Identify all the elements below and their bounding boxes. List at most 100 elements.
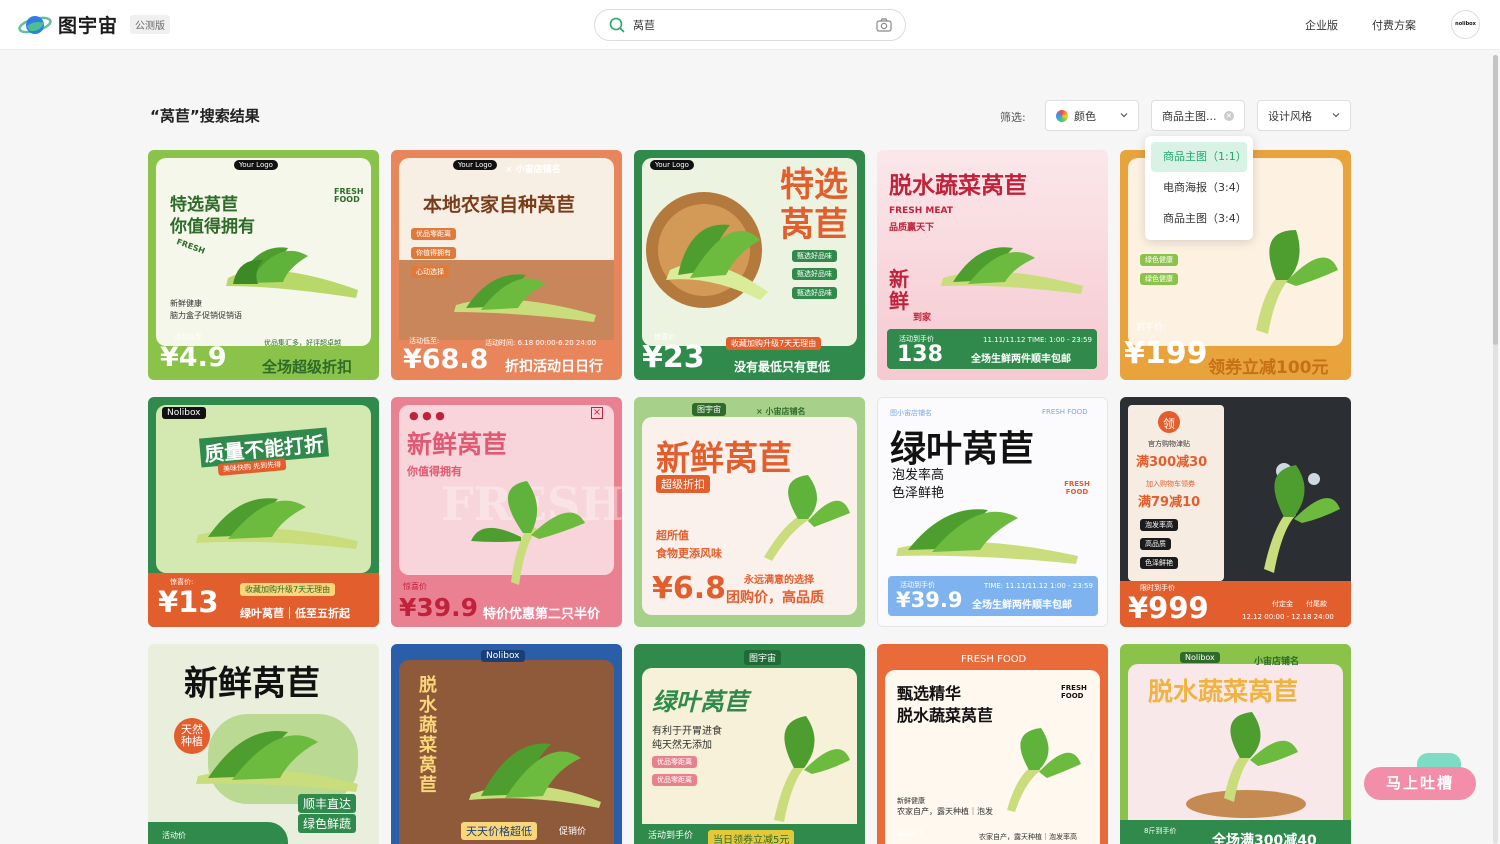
color-filter[interactable]: 颜色 xyxy=(1045,100,1139,131)
card-promo: 折扣活动日日行 xyxy=(505,359,603,375)
color-wheel-icon xyxy=(1056,109,1068,122)
card-sub: 新鲜健康 xyxy=(897,797,925,805)
lettuce-image xyxy=(774,716,850,822)
card-sub: 脑力盒子促销促销语 xyxy=(170,311,242,320)
card-small: 活动价 xyxy=(162,831,186,840)
card-small: 优品集汇多，好评超卓越 xyxy=(264,339,341,347)
card-heading: 满79减10 xyxy=(1138,495,1201,510)
result-card[interactable]: 图小宙店铺名 FRESH FOOD 绿叶莴苣 泡发率高 色泽鲜艳 FRESH F… xyxy=(877,397,1108,627)
result-card[interactable]: Your Logo × 小宙店铺名 本地农家自种莴苣 优品零距离 你值得拥有 心… xyxy=(391,150,622,380)
lettuce-image xyxy=(471,481,585,585)
avatar[interactable]: nolibox xyxy=(1451,10,1480,39)
card-price: ¥68.8 xyxy=(403,344,489,375)
feature-pill: 收藏加购升级7天无理由 xyxy=(240,583,336,596)
feature-pill: 优品零距离 xyxy=(652,774,697,786)
card-heading: 满300减30 xyxy=(1136,455,1208,470)
camera-icon[interactable] xyxy=(876,18,892,32)
result-card[interactable]: 图宇宙 绿叶莴苣 有利于开胃进食 纯天然无添加 优品零距离 优品零距离 活动到手… xyxy=(634,644,865,844)
result-card[interactable]: Your Logo 特选 莴苣 甄选好品味 甄选好品味 甄选好品味 惊喜价: 收… xyxy=(634,150,865,380)
lettuce-image xyxy=(226,247,358,298)
scrollbar[interactable] xyxy=(1493,55,1498,844)
results-title: “莴苣”搜索结果 xyxy=(150,107,260,125)
logo-tag: 图宇宙 xyxy=(744,650,782,665)
card-promo: 绿叶莴苣｜低至五折起 xyxy=(240,607,350,620)
search-icon xyxy=(609,17,625,33)
check-item: 泡发率高 xyxy=(1140,519,1178,531)
dropdown-option[interactable]: 电商海报（3:4） xyxy=(1151,173,1247,203)
card-sub: 新鲜健康 xyxy=(170,299,202,308)
card-heading: 脱水蔬菜莴苣 xyxy=(1148,677,1299,706)
type-filter-label: 商品主图... xyxy=(1162,109,1217,123)
top-bar: 图宇宙 公测版 企业版 付费方案 nolibox xyxy=(0,0,1500,50)
result-card[interactable]: Nolibox 质量不能打折 美味快购 先到先得 惊喜价: 收藏加购升级7天无理… xyxy=(148,397,379,627)
result-card[interactable]: FRESH FOOD 甄选精华 脱水蔬菜莴苣 FRESH FOOD 新鲜健康 农… xyxy=(877,644,1108,844)
style-filter[interactable]: 设计风格 xyxy=(1257,100,1351,131)
result-card[interactable]: 脱水蔬菜莴苣 FRESH MEAT 品质赢天下 新鲜 到家 活动到手价 11.1… xyxy=(877,150,1108,380)
coupon-badge: 领 xyxy=(1158,411,1180,433)
logo[interactable]: 图宇宙 公测版 xyxy=(18,11,171,38)
card-price: ¥999 xyxy=(1128,591,1209,625)
scroll-thumb[interactable] xyxy=(1493,55,1498,345)
card-vertical: 脱水蔬菜莴苣 xyxy=(419,675,437,796)
card-heading: 脱水蔬菜莴苣 xyxy=(889,173,1027,199)
card-heading: 脱水蔬菜莴苣 xyxy=(897,706,994,725)
type-dropdown: 商品主图（1:1） 电商海报（3:4） 商品主图（3:4） xyxy=(1145,136,1253,240)
card-small: 8斤到手价 xyxy=(1144,827,1177,835)
nav-enterprise[interactable]: 企业版 xyxy=(1305,17,1338,33)
card-heading: 你值得拥有 xyxy=(170,217,255,237)
card-sub: 超所值 xyxy=(656,529,689,542)
lettuce-image xyxy=(469,743,601,808)
card-heading: 特选 xyxy=(780,165,848,205)
result-card[interactable]: Nolibox 脱水蔬菜莴苣 天天价格超低 促销价 xyxy=(391,644,622,844)
shop-name: × 小宙店铺名 xyxy=(756,407,806,416)
card-sub: 到家 xyxy=(913,313,932,323)
search-input[interactable] xyxy=(633,18,863,32)
card-small: 加入购物车领券 xyxy=(1146,480,1195,488)
feature-pill: 甄选好品味 xyxy=(792,287,837,299)
card-sub: 农家自产，露天种植｜泡发 xyxy=(897,807,993,816)
feature-pill: 绿色健康 xyxy=(1140,254,1178,266)
result-card[interactable]: Your Logo 特选莴苣 你值得拥有 FRESH FOOD FRESH 新鲜… xyxy=(148,150,379,380)
card-small: 11.11/11.12 TIME: 1:00 - 23:59 xyxy=(983,336,1092,344)
card-sub: 泡发率高 xyxy=(892,468,945,483)
color-filter-label: 颜色 xyxy=(1074,109,1096,123)
card-sub: 食物更添风味 xyxy=(656,547,722,560)
shop-name: 小宙店铺名 xyxy=(1254,657,1300,667)
card-sub: 纯天然无添加 xyxy=(652,740,712,751)
card-price: ¥23 xyxy=(642,340,705,375)
card-price: ¥4.9 xyxy=(160,342,227,373)
logo-tag: Nolibox xyxy=(481,650,525,662)
search-bar[interactable] xyxy=(594,9,906,41)
card-price: ¥39.9 xyxy=(399,593,479,622)
feature-pill: 甄选好品味 xyxy=(792,268,837,280)
fresh-food-tag: FRESH FOOD xyxy=(1061,684,1087,700)
result-card[interactable]: 图宇宙 × 小宙店铺名 新鲜莴苣 超级折扣 超所值 食物更添风味 ¥6.8 永远… xyxy=(634,397,865,627)
fresh-food-tag: FRESH FOOD xyxy=(961,654,1027,665)
feature-pill: 超级折扣 xyxy=(656,475,710,493)
logo-tag: Nolibox xyxy=(162,407,206,419)
result-card[interactable]: 领 官方购物津贴 满300减30 加入购物车领券 满79减10 泡发率高 高品质… xyxy=(1120,397,1351,627)
feature-pill: 心动选择 xyxy=(411,266,449,278)
result-card[interactable]: ● ● ● × FRESH 新鲜莴苣 你值得拥有 惊喜价 ¥39.9 特价优惠第… xyxy=(391,397,622,627)
result-card[interactable]: Nolibox 小宙店铺名 脱水蔬菜莴苣 8斤到手价 全场满300减40 xyxy=(1120,644,1351,844)
dropdown-option[interactable]: 商品主图（3:4） xyxy=(1151,204,1247,234)
chevron-down-icon xyxy=(1332,113,1340,118)
type-filter[interactable]: 商品主图... × xyxy=(1151,100,1245,131)
shop-name: 图小宙店铺名 xyxy=(890,409,932,417)
check-item: 高品质 xyxy=(1140,538,1171,550)
card-promo: 全场超级折扣 xyxy=(262,358,353,376)
result-card[interactable]: 新鲜莴苣 天然种植 顺丰直达 绿色鲜蔬 活动价 xyxy=(148,644,379,844)
planet-logo-icon xyxy=(18,15,52,34)
nav-pricing[interactable]: 付费方案 xyxy=(1372,17,1416,33)
basket-image xyxy=(646,192,768,308)
feedback-button[interactable]: 马上吐槽 xyxy=(1364,767,1476,800)
card-small: TIME: 11.11/11.12 1:00 - 23:59 xyxy=(984,582,1093,590)
card-price: 138 xyxy=(897,342,943,367)
logo-tag: 图宇宙 xyxy=(692,403,726,416)
clear-icon[interactable]: × xyxy=(1224,111,1234,121)
card-small: 到手价: xyxy=(1136,323,1167,333)
dropdown-option[interactable]: 商品主图（1:1） xyxy=(1151,142,1247,172)
card-sub: FRESH MEAT xyxy=(889,206,953,216)
dots-icon: ● ● ● xyxy=(409,409,445,422)
card-small: 活动时间: 6.18 00:00-6.20 24:00 xyxy=(485,339,597,347)
